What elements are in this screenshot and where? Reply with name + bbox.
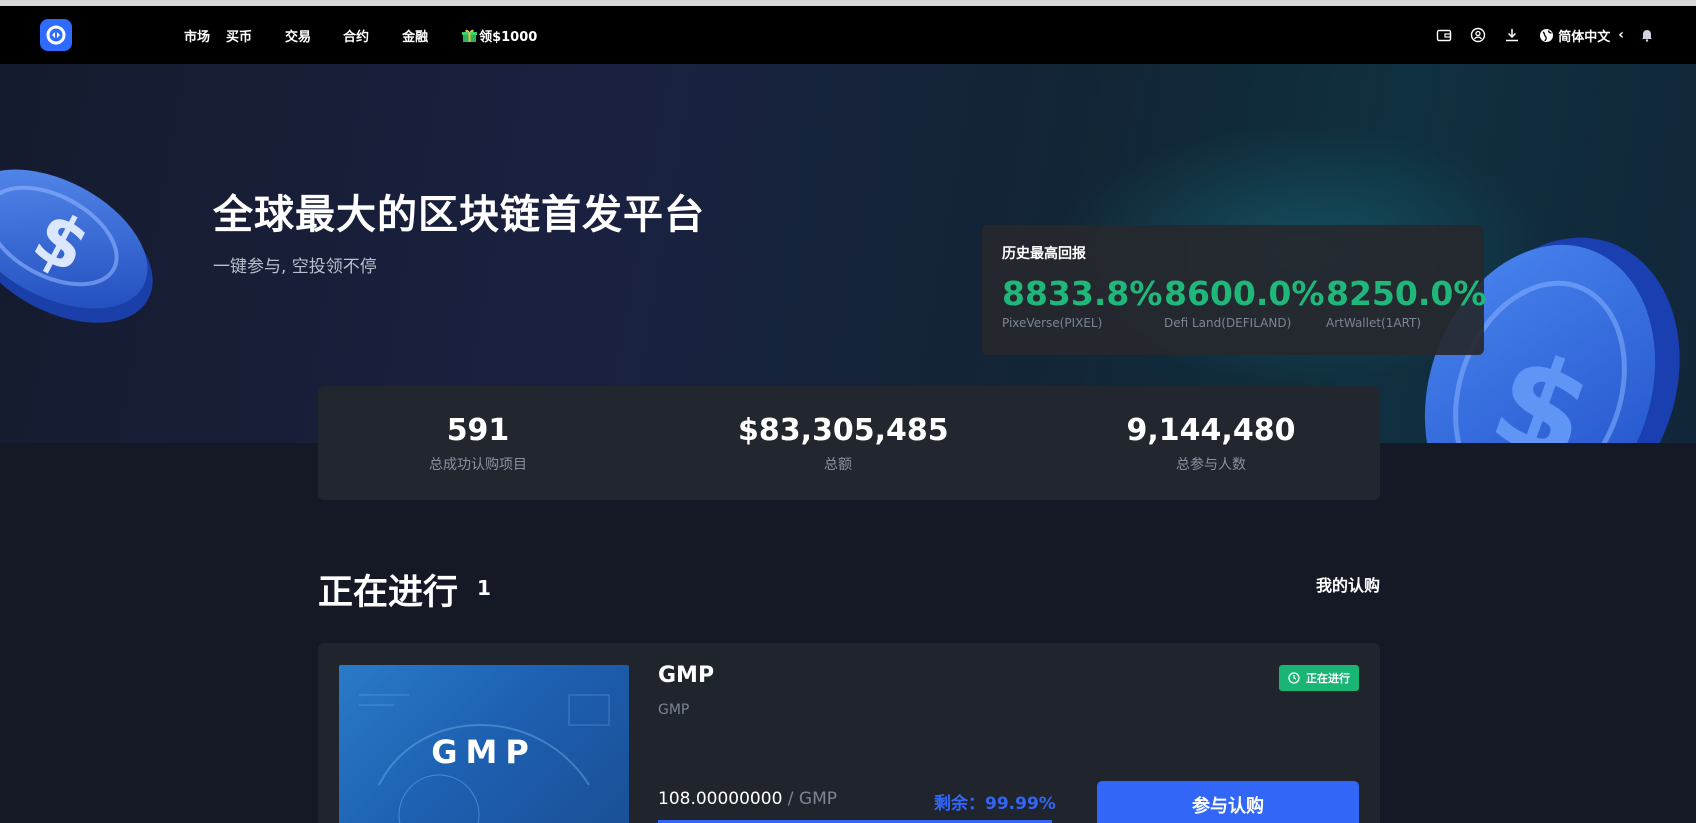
return-percent: 8833.8% <box>1002 274 1163 313</box>
stat-label: 总参与人数 <box>1176 457 1246 473</box>
stat-value: 591 <box>446 413 510 448</box>
status-label: 正在进行 <box>1306 672 1350 685</box>
returns-title: 历史最高回报 <box>1002 246 1086 262</box>
stats-bar: 591 总成功认购项目 $83,305,485 总额 9,144,480 总参与… <box>318 386 1380 500</box>
download-icon[interactable] <box>1503 26 1521 44</box>
return-item[interactable]: 8833.8% PixeVerse(PIXEL) <box>1002 277 1162 330</box>
highest-returns-card: 历史最高回报 8833.8% PixeVerse(PIXEL) 8600.0% … <box>982 225 1486 355</box>
return-project-name: Defi Land(DEFILAND) <box>1164 316 1292 330</box>
stat-label: 总成功认购项目 <box>429 457 527 473</box>
nav-item-promo[interactable]: 领$1000 <box>462 26 537 45</box>
price-value: 108.00000000 <box>658 789 783 809</box>
clock-icon <box>1288 672 1300 684</box>
gift-icon <box>462 29 478 42</box>
price-unit: / GMP <box>782 789 838 809</box>
return-item[interactable]: 8250.0% ArtWallet(1ART) <box>1326 277 1486 330</box>
user-icon[interactable] <box>1469 26 1487 44</box>
hero-subtitle: 一键参与, 空投领不停 <box>213 257 377 277</box>
project-card: GMP GMP GMP 正在进行 108.00000000 / GMP 剩余：9… <box>318 643 1380 823</box>
nav-item-finance[interactable]: 金融 <box>402 26 428 45</box>
top-navbar: 市场 买币 交易 合约 金融 领$1000 简体中文 ‹ <box>0 6 1696 64</box>
return-project-name: PixeVerse(PIXEL) <box>1002 316 1103 330</box>
wallet-icon[interactable] <box>1435 26 1453 44</box>
ongoing-title: 正在进行 <box>318 573 459 613</box>
stat-total-amount: $83,305,485 总额 <box>738 413 949 474</box>
bell-icon[interactable] <box>1638 26 1656 44</box>
promo-label: 领$1000 <box>479 29 538 45</box>
ongoing-count: 1 <box>477 576 491 600</box>
return-item[interactable]: 8600.0% Defi Land(DEFILAND) <box>1164 277 1324 330</box>
hero-title: 全球最大的区块链首发平台 <box>213 192 705 238</box>
nav-item-buy[interactable]: 买币 <box>226 26 252 45</box>
status-badge: 正在进行 <box>1279 665 1359 691</box>
dollar-coin-icon: $ <box>0 169 153 323</box>
return-project-name: ArtWallet(1ART) <box>1326 316 1422 330</box>
nav-item-market[interactable]: 市场 <box>184 26 210 45</box>
language-selector[interactable]: 简体中文 ‹ <box>1539 26 1624 45</box>
remaining-percent: 剩余：99.99% <box>934 794 1056 814</box>
nav-item-trade[interactable]: 交易 <box>285 26 311 45</box>
stat-value: 9,144,480 <box>1126 413 1296 448</box>
stat-participants: 9,144,480 总参与人数 <box>1118 416 1304 474</box>
project-name: GMP <box>658 663 715 688</box>
return-percent: 8250.0% <box>1326 274 1487 313</box>
chevron-left-icon: ‹ <box>1618 27 1624 43</box>
join-subscription-button[interactable]: 参与认购 <box>1097 781 1359 823</box>
my-subscriptions-link[interactable]: 我的认购 <box>1316 572 1380 596</box>
globe-icon <box>1540 28 1554 42</box>
project-image[interactable]: GMP <box>339 665 629 823</box>
page: 市场 买币 交易 合约 金融 领$1000 简体中文 ‹ $ $ 全球最大的区块… <box>0 0 1696 823</box>
stat-projects: 591 总成功认购项目 <box>408 416 548 474</box>
nav-right-tools: 简体中文 ‹ <box>1419 6 1656 64</box>
stat-value: $83,305,485 <box>738 413 949 448</box>
stat-label: 总额 <box>824 457 852 473</box>
project-image-text: GMP <box>431 733 537 771</box>
project-price: 108.00000000 / GMP <box>658 789 837 809</box>
logo[interactable] <box>40 19 72 51</box>
nav-menu: 市场 买币 交易 合约 金融 领$1000 <box>184 6 537 64</box>
language-label: 简体中文 <box>1558 29 1611 45</box>
logo-icon <box>46 25 66 45</box>
return-percent: 8600.0% <box>1164 274 1325 313</box>
nav-item-futures[interactable]: 合约 <box>343 26 369 45</box>
project-symbol: GMP <box>658 702 690 718</box>
